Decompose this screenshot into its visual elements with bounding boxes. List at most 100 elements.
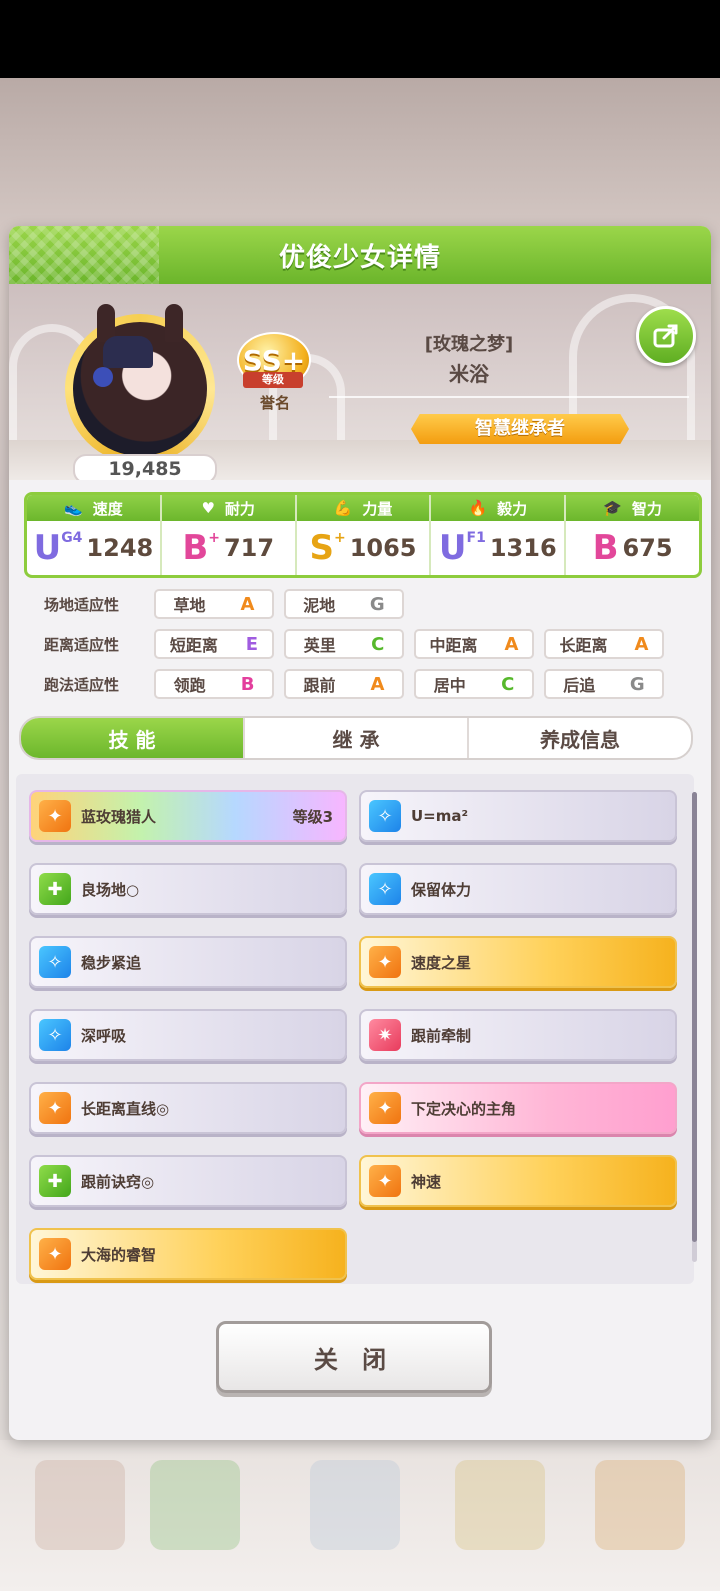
- skill-item[interactable]: ✚ 跟前诀窍◎: [29, 1155, 347, 1207]
- aptitude-grade: B: [240, 673, 255, 695]
- skill-icon: ✧: [39, 1019, 71, 1051]
- aptitude-grade: G: [369, 593, 385, 615]
- skill-name: 蓝玫瑰猎人: [81, 807, 157, 826]
- graduation-cap-icon: 🎓: [603, 499, 622, 517]
- aptitude-cell: 草地 A: [154, 589, 274, 619]
- aptitude-row-distance: 距离适应性 短距离 E 英里 C 中距离 A 长距离 A: [24, 624, 704, 664]
- aptitude-cell: 领跑 B: [154, 669, 274, 699]
- skill-item[interactable]: ✷ 跟前牵制: [359, 1009, 677, 1061]
- stat-grade: UF1: [439, 531, 486, 565]
- stat-cell: 👟 速度 UG4 1248: [27, 495, 162, 575]
- fans-count: 19,485: [73, 454, 217, 480]
- aptitude-row-track: 场地适应性 草地 A 泥地 G: [24, 584, 704, 624]
- aptitude-label: 场地适应性: [44, 595, 120, 614]
- stat-value: 1065: [349, 534, 417, 562]
- flame-icon: 🔥: [468, 499, 488, 517]
- skill-item[interactable]: ✧ U=ma²: [359, 790, 677, 842]
- rank-label: 誉名: [259, 394, 290, 412]
- stat-grade: UG4: [34, 531, 83, 565]
- stat-grade-sub: G4: [61, 530, 83, 546]
- skill-name: 深呼吸: [81, 1026, 127, 1045]
- tab-skills[interactable]: 技 能: [21, 718, 245, 758]
- stat-label: 毅力: [497, 499, 528, 518]
- stat-header: 🔥 毅力: [431, 495, 565, 521]
- skill-item[interactable]: ✧ 稳步紧追: [29, 936, 347, 988]
- skill-icon: ✧: [369, 873, 401, 905]
- stat-body: B+ 717: [162, 521, 295, 575]
- aptitude-cell: 长距离 A: [544, 629, 664, 659]
- aptitude-cell: 英里 C: [284, 629, 404, 659]
- skill-item[interactable]: ✧ 保留体力: [359, 863, 677, 915]
- aptitude-cell: 短距离 E: [154, 629, 274, 659]
- character-portrait-frame[interactable]: [65, 304, 215, 464]
- skill-icon: ✧: [369, 800, 401, 832]
- skill-item[interactable]: ✦ 长距离直线◎: [29, 1082, 347, 1134]
- title-tag[interactable]: 智慧继承者: [411, 414, 629, 444]
- skill-icon: ✦: [39, 800, 71, 832]
- character-name: 米浴: [449, 362, 489, 386]
- nav-ghost-1: [35, 1460, 125, 1550]
- aptitude-cell: 居中 C: [414, 669, 534, 699]
- tab-training-info[interactable]: 养成信息: [469, 718, 691, 758]
- stat-label: 耐力: [224, 499, 255, 518]
- aptitude-name: 居中: [433, 676, 466, 695]
- skills-scrollbar[interactable]: [692, 792, 697, 1262]
- hat: [103, 336, 153, 368]
- aptitude-name: 草地: [173, 596, 206, 615]
- skill-name: 速度之星: [411, 953, 472, 972]
- skill-item[interactable]: ✦ 蓝玫瑰猎人 等级3: [29, 790, 347, 842]
- aptitude-cell: 跟前 A: [284, 669, 404, 699]
- aptitude-table: 场地适应性 草地 A 泥地 G 距离适应性 短距离 E 英里 C 中距离 A 长距离 A 跑…: [24, 584, 704, 704]
- stat-grade: B: [593, 531, 619, 565]
- stat-value: 1316: [489, 534, 557, 562]
- close-button[interactable]: 关 闭: [216, 1321, 492, 1393]
- stat-grade-sub: +: [333, 530, 346, 546]
- muscle-icon: 💪: [333, 499, 353, 517]
- skill-item[interactable]: ✦ 大海的睿智: [29, 1228, 347, 1280]
- skill-icon: ✧: [39, 946, 71, 978]
- stat-header: ♥ 耐力: [161, 495, 295, 521]
- aptitude-name: 长距离: [559, 636, 608, 655]
- aptitude-label: 跑法适应性: [44, 675, 120, 694]
- stat-body: UG4 1248: [27, 521, 160, 575]
- nav-ghost-5: [595, 1460, 685, 1550]
- aptitude-name: 短距离: [169, 636, 218, 655]
- skill-name: 良场地○: [81, 880, 140, 899]
- skill-item[interactable]: ✦ 神速: [359, 1155, 677, 1207]
- tab-inheritance[interactable]: 继 承: [245, 718, 469, 758]
- share-icon: [653, 324, 678, 348]
- shoe-icon: 👟: [64, 499, 83, 517]
- rank-badge[interactable]: SS+ 等级 誉名: [237, 332, 313, 412]
- skill-name: 保留体力: [411, 880, 472, 899]
- scrollbar-thumb[interactable]: [692, 792, 697, 1242]
- nav-ghost-2: [150, 1460, 240, 1550]
- aptitude-cell: 中距离 A: [414, 629, 534, 659]
- skill-item[interactable]: ✧ 深呼吸: [29, 1009, 347, 1061]
- stat-header: 🎓 智力: [566, 495, 699, 521]
- skill-name: 稳步紧追: [81, 953, 142, 972]
- panel-header: 优俊少女详情: [9, 226, 711, 284]
- skill-name: 大海的睿智: [81, 1245, 157, 1264]
- stat-value: 1248: [86, 534, 154, 562]
- skill-item[interactable]: ✦ 速度之星: [359, 936, 677, 988]
- skill-icon: ✦: [369, 946, 401, 978]
- aptitude-name: 泥地: [303, 596, 336, 615]
- skills-list[interactable]: ✦ 蓝玫瑰猎人 等级3 ✧ U=ma² ✚ 良场地○ ✧ 保留体力 ✧ 稳步紧追 ✦ 速度之星 ✧ 深呼吸 ✷…: [16, 774, 697, 1284]
- stat-grade-letter: U: [438, 528, 467, 568]
- skill-item[interactable]: ✦ 下定决心的主角: [359, 1082, 677, 1134]
- aptitude-name: 跟前: [303, 676, 336, 695]
- stat-grade: S+: [309, 531, 345, 565]
- stat-value: 675: [622, 534, 673, 562]
- aptitude-cell: 泥地 G: [284, 589, 404, 619]
- stat-body: B 675: [566, 521, 699, 575]
- share-button[interactable]: [636, 306, 696, 366]
- skill-name: 下定决心的主角: [411, 1099, 517, 1118]
- stat-cell: 🔥 毅力 UF1 1316: [431, 495, 567, 575]
- skill-name: U=ma²: [411, 807, 469, 825]
- skill-item[interactable]: ✚ 良场地○: [29, 863, 347, 915]
- stat-label: 力量: [362, 499, 393, 518]
- stat-cell: 💪 力量 S+ 1065: [296, 495, 432, 575]
- skill-icon: ✦: [39, 1092, 71, 1124]
- aptitude-grade: C: [371, 633, 385, 655]
- stat-grade: B+: [182, 531, 220, 565]
